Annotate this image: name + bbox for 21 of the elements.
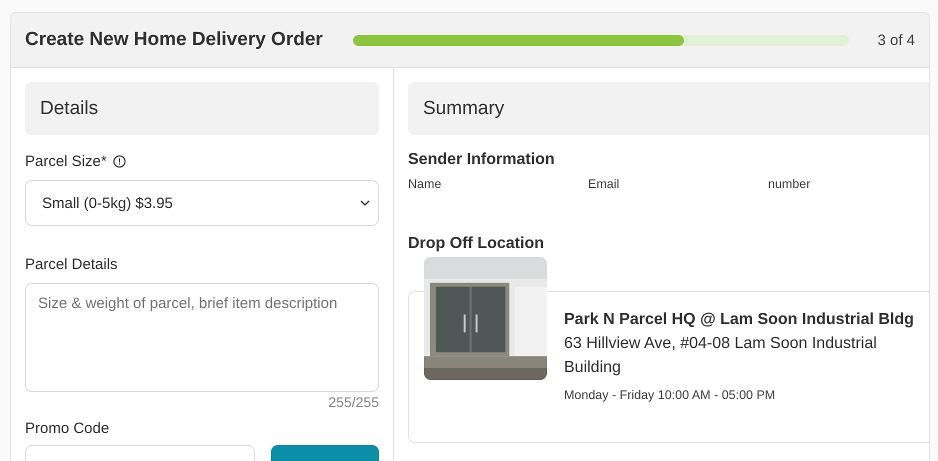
- field-label: Parcel Details: [25, 256, 118, 273]
- subsection-title: Drop Off Location: [408, 235, 545, 253]
- field-label: Promo Code: [25, 420, 110, 437]
- location-address: 63 Hillview Ave, #04-08 Lam Soon Industrial Building: [564, 334, 878, 378]
- section-title: Details: [40, 98, 98, 120]
- character-counter: 255/255: [327, 394, 379, 410]
- field-label: Name: [408, 177, 442, 191]
- opening-hours: Monday - Friday 10:00 AM - 05:00 PM: [564, 388, 776, 402]
- field-label: Email: [588, 177, 620, 191]
- subsection-title: Sender Information: [408, 151, 556, 169]
- chevron-down-icon: [360, 200, 370, 206]
- parcel-details-field[interactable]: Size & weight of parcel, brief item description: [25, 283, 379, 392]
- step-counter: 3 of 4: [877, 32, 915, 48]
- location-name: Park N Parcel HQ @ Lam Soon Industrial Bldg: [564, 310, 915, 330]
- section-title: Summary: [423, 98, 504, 120]
- page-title: Create New Home Delivery Order: [25, 29, 323, 51]
- parcel-size-dropdown[interactable]: Small (0-5kg) $3.95: [25, 180, 379, 226]
- field-label: Parcel Size*: [25, 153, 107, 170]
- location-card[interactable]: Park N Parcel HQ @ Lam Soon Industrial Bldg 63 Hillview Ave, #04-08 Lam Soon Industrial Building Monday - Friday 10:00 AM - 05:00 PM: [408, 291, 929, 443]
- field-label: number: [768, 177, 812, 191]
- info-icon[interactable]: [112, 155, 126, 168]
